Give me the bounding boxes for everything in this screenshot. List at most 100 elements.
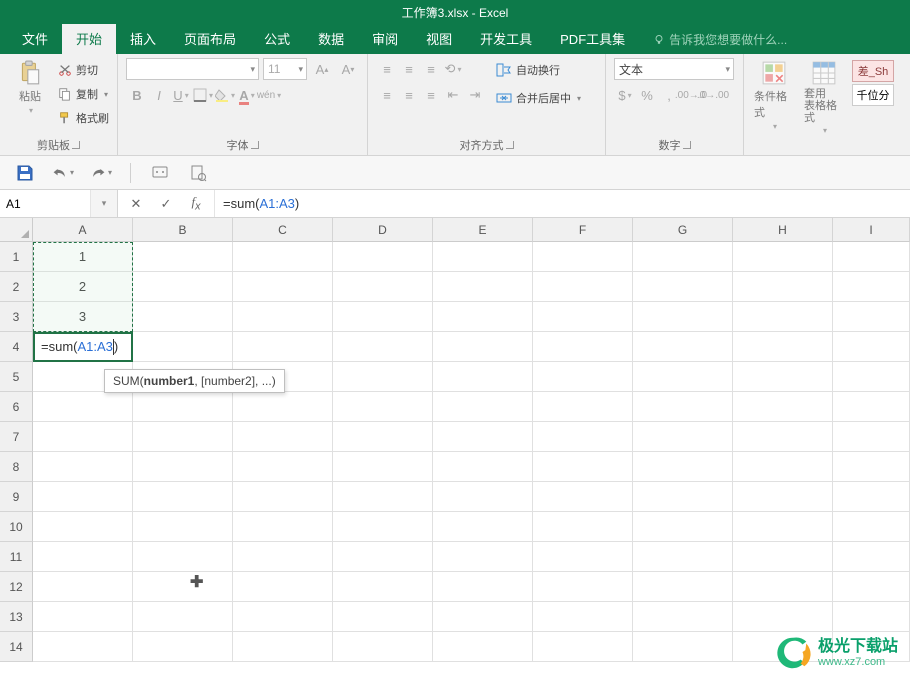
column-header-E[interactable]: E — [433, 218, 533, 242]
cell-E5[interactable] — [433, 362, 533, 392]
cell-B7[interactable] — [133, 422, 233, 452]
cell-G3[interactable] — [633, 302, 733, 332]
cancel-formula-button[interactable]: ✕ — [128, 196, 144, 212]
column-header-F[interactable]: F — [533, 218, 633, 242]
tab-pdf-tools[interactable]: PDF工具集 — [546, 23, 639, 54]
cell-D3[interactable] — [333, 302, 433, 332]
cell-I7[interactable] — [833, 422, 910, 452]
percent-format-icon[interactable]: % — [636, 84, 658, 106]
cell-C12[interactable] — [233, 572, 333, 602]
cell-E12[interactable] — [433, 572, 533, 602]
row-header-6[interactable]: 6 — [0, 392, 33, 422]
cell-H1[interactable] — [733, 242, 833, 272]
increase-indent-icon[interactable]: ⇥ — [464, 84, 486, 106]
cell-B1[interactable] — [133, 242, 233, 272]
cell-A3[interactable]: 3 — [33, 302, 133, 332]
tab-view[interactable]: 视图 — [412, 23, 466, 54]
column-header-A[interactable]: A — [33, 218, 133, 242]
cell-D10[interactable] — [333, 512, 433, 542]
row-header-13[interactable]: 13 — [0, 602, 33, 632]
align-bottom-icon[interactable]: ≡ — [420, 58, 442, 80]
cell-F10[interactable] — [533, 512, 633, 542]
tab-file[interactable]: 文件 — [8, 23, 62, 54]
align-center-icon[interactable]: ≡ — [398, 84, 420, 106]
paste-button[interactable]: 粘贴 ▾ — [8, 58, 52, 117]
row-header-11[interactable]: 11 — [0, 542, 33, 572]
cell-style-thousand[interactable]: 千位分 — [852, 84, 894, 106]
cell-E7[interactable] — [433, 422, 533, 452]
select-all-corner[interactable] — [0, 218, 33, 242]
insert-function-button[interactable]: fx — [188, 194, 204, 213]
cell-H13[interactable] — [733, 602, 833, 632]
cell-F7[interactable] — [533, 422, 633, 452]
row-header-9[interactable]: 9 — [0, 482, 33, 512]
cell-C2[interactable] — [233, 272, 333, 302]
column-header-C[interactable]: C — [233, 218, 333, 242]
decrease-indent-icon[interactable]: ⇤ — [442, 84, 464, 106]
cell-H10[interactable] — [733, 512, 833, 542]
font-size-select[interactable]: 11▾ — [263, 58, 307, 80]
align-left-icon[interactable]: ≡ — [376, 84, 398, 106]
cell-H12[interactable] — [733, 572, 833, 602]
tab-formulas[interactable]: 公式 — [250, 23, 304, 54]
cut-button[interactable]: 剪切 — [58, 58, 109, 82]
cell-D12[interactable] — [333, 572, 433, 602]
tab-data[interactable]: 数据 — [304, 23, 358, 54]
cell-G11[interactable] — [633, 542, 733, 572]
cell-I6[interactable] — [833, 392, 910, 422]
cell-I11[interactable] — [833, 542, 910, 572]
cell-A13[interactable] — [33, 602, 133, 632]
cell-B13[interactable] — [133, 602, 233, 632]
cell-H2[interactable] — [733, 272, 833, 302]
column-header-I[interactable]: I — [833, 218, 910, 242]
cell-B2[interactable] — [133, 272, 233, 302]
cell-C14[interactable] — [233, 632, 333, 662]
dialog-launcher-icon[interactable] — [251, 141, 259, 149]
cell-F6[interactable] — [533, 392, 633, 422]
cell-B14[interactable] — [133, 632, 233, 662]
cell-E11[interactable] — [433, 542, 533, 572]
cell-H5[interactable] — [733, 362, 833, 392]
row-header-1[interactable]: 1 — [0, 242, 33, 272]
cell-G12[interactable] — [633, 572, 733, 602]
cell-H9[interactable] — [733, 482, 833, 512]
column-header-B[interactable]: B — [133, 218, 233, 242]
cell-D11[interactable] — [333, 542, 433, 572]
cell-G10[interactable] — [633, 512, 733, 542]
cell-F2[interactable] — [533, 272, 633, 302]
cell-C7[interactable] — [233, 422, 333, 452]
cell-B11[interactable] — [133, 542, 233, 572]
format-as-table-button[interactable]: 套用 表格格式▾ — [802, 58, 846, 137]
cell-E6[interactable] — [433, 392, 533, 422]
cell-B10[interactable] — [133, 512, 233, 542]
decrease-decimal-icon[interactable]: .0→.00 — [702, 84, 724, 106]
tab-developer[interactable]: 开发工具 — [466, 23, 546, 54]
touch-mode-button[interactable] — [149, 162, 171, 184]
cell-E8[interactable] — [433, 452, 533, 482]
cell-A9[interactable] — [33, 482, 133, 512]
cell-F9[interactable] — [533, 482, 633, 512]
border-button[interactable]: ▾ — [192, 84, 214, 106]
fill-color-button[interactable]: ▾ — [214, 84, 236, 106]
cell-H8[interactable] — [733, 452, 833, 482]
row-header-5[interactable]: 5 — [0, 362, 33, 392]
cell-G14[interactable] — [633, 632, 733, 662]
cell-E3[interactable] — [433, 302, 533, 332]
cell-D7[interactable] — [333, 422, 433, 452]
accounting-format-icon[interactable]: $▾ — [614, 84, 636, 106]
cell-C6[interactable] — [233, 392, 333, 422]
column-header-H[interactable]: H — [733, 218, 833, 242]
cell-F11[interactable] — [533, 542, 633, 572]
cell-F14[interactable] — [533, 632, 633, 662]
cell-style-bad[interactable]: 差_Sh — [852, 60, 894, 82]
align-middle-icon[interactable]: ≡ — [398, 58, 420, 80]
print-preview-button[interactable] — [187, 162, 209, 184]
cell-C8[interactable] — [233, 452, 333, 482]
increase-font-icon[interactable]: A▴ — [311, 58, 333, 80]
column-header-D[interactable]: D — [333, 218, 433, 242]
cell-E1[interactable] — [433, 242, 533, 272]
cell-A4[interactable]: =sum(A1:A3) — [33, 332, 133, 362]
cell-D13[interactable] — [333, 602, 433, 632]
enter-formula-button[interactable]: ✓ — [158, 196, 174, 212]
cell-E4[interactable] — [433, 332, 533, 362]
